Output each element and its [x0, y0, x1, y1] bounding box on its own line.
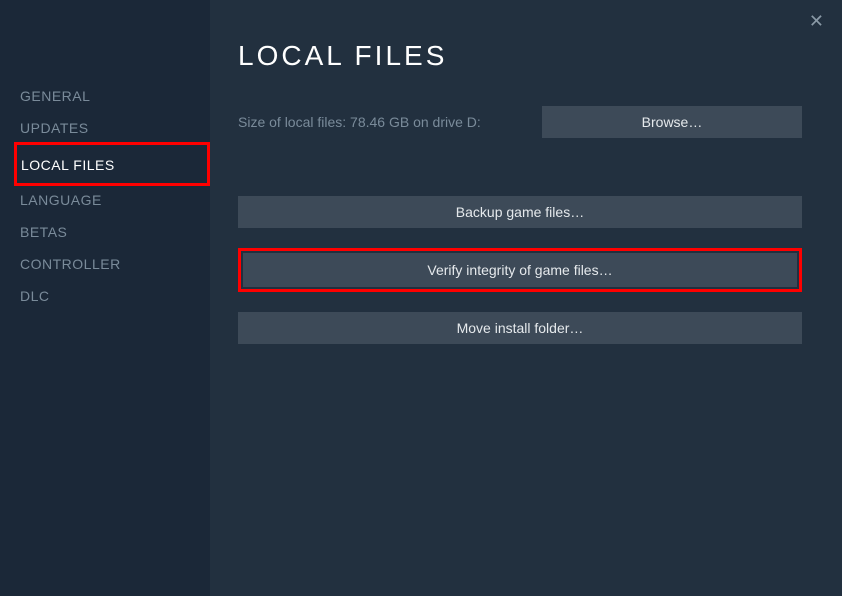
sidebar-item-controller[interactable]: CONTROLLER [20, 248, 121, 280]
sidebar-item-updates[interactable]: UPDATES [20, 112, 89, 144]
verify-integrity-button[interactable]: Verify integrity of game files… [243, 253, 797, 287]
sidebar-item-local-files[interactable]: LOCAL FILES [21, 149, 115, 181]
backup-game-files-button[interactable]: Backup game files… [238, 196, 802, 228]
size-of-files-text: Size of local files: 78.46 GB on drive D… [238, 114, 481, 130]
verify-button-highlight: Verify integrity of game files… [238, 248, 802, 292]
sidebar: GENERAL UPDATES LOCAL FILES LANGUAGE BET… [0, 0, 210, 596]
main-panel: ✕ LOCAL FILES Size of local files: 78.46… [210, 0, 842, 596]
size-row: Size of local files: 78.46 GB on drive D… [238, 106, 802, 138]
close-icon[interactable]: ✕ [809, 12, 824, 30]
page-title: LOCAL FILES [238, 40, 802, 72]
sidebar-item-general[interactable]: GENERAL [20, 80, 90, 112]
sidebar-item-language[interactable]: LANGUAGE [20, 184, 102, 216]
sidebar-item-betas[interactable]: BETAS [20, 216, 67, 248]
browse-button[interactable]: Browse… [542, 106, 802, 138]
move-install-folder-button[interactable]: Move install folder… [238, 312, 802, 344]
sidebar-item-local-files-highlight: LOCAL FILES [14, 142, 210, 186]
sidebar-item-dlc[interactable]: DLC [20, 280, 50, 312]
